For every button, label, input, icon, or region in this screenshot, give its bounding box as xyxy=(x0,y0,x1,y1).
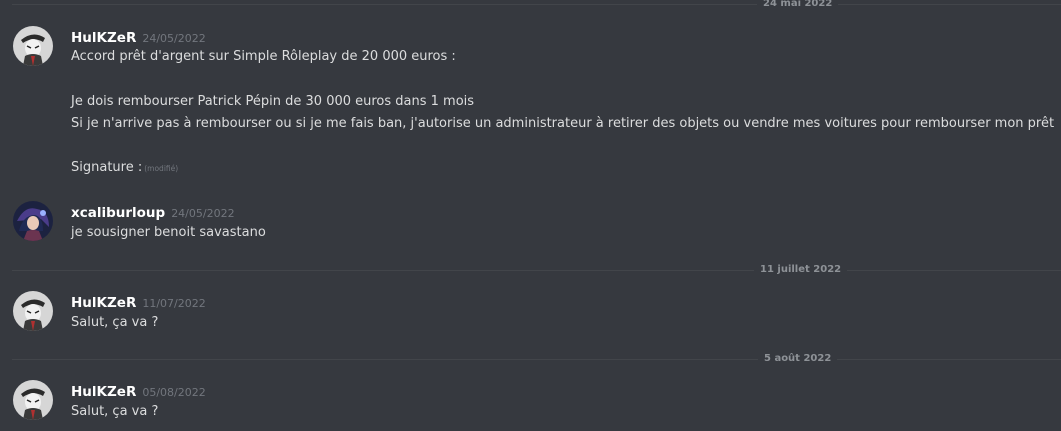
timestamp[interactable]: 11/07/2022 xyxy=(142,297,205,310)
timestamp[interactable]: 24/05/2022 xyxy=(142,32,205,45)
avatar[interactable] xyxy=(13,201,53,241)
divider-line xyxy=(12,270,1061,271)
divider-line xyxy=(12,359,1061,360)
message-header: HulKZeR 05/08/2022 xyxy=(71,381,206,400)
message-header: xcaliburloup 24/05/2022 xyxy=(71,202,235,221)
message-text: je sousigner benoit savastano xyxy=(71,225,266,240)
timestamp[interactable]: 05/08/2022 xyxy=(142,386,205,399)
username[interactable]: HulKZeR xyxy=(71,295,136,311)
message-text: Je dois rembourser Patrick Pépin de 30 0… xyxy=(71,94,475,109)
message-text: Salut, ça va ? xyxy=(71,404,159,419)
username[interactable]: HulKZeR xyxy=(71,384,136,400)
avatar[interactable] xyxy=(13,26,53,66)
message-text-signature: Signature : (modifié) xyxy=(71,160,178,177)
message-header: HulKZeR 11/07/2022 xyxy=(71,292,206,311)
message-text: Si je n'arrive pas à rembourser ou si je… xyxy=(71,116,1055,131)
message-text: Accord prêt d'argent sur Simple Rôleplay… xyxy=(71,49,456,64)
divider-label: 24 mai 2022 xyxy=(757,0,839,10)
masked-character-avatar-icon xyxy=(13,380,53,420)
signature-label: Signature : xyxy=(71,160,143,175)
masked-character-avatar-icon xyxy=(13,26,53,66)
masked-character-avatar-icon xyxy=(13,291,53,331)
divider-line xyxy=(12,4,1061,5)
anime-character-avatar-icon xyxy=(13,201,53,241)
divider-label: 5 août 2022 xyxy=(758,353,838,365)
timestamp[interactable]: 24/05/2022 xyxy=(171,207,234,220)
edited-indicator: (modifié) xyxy=(144,164,179,173)
username[interactable]: xcaliburloup xyxy=(71,205,165,221)
message-header: HulKZeR 24/05/2022 xyxy=(71,27,206,46)
divider-label: 11 juillet 2022 xyxy=(754,264,848,276)
avatar[interactable] xyxy=(13,380,53,420)
username[interactable]: HulKZeR xyxy=(71,30,136,46)
avatar[interactable] xyxy=(13,291,53,331)
message-text: Salut, ça va ? xyxy=(71,315,159,330)
